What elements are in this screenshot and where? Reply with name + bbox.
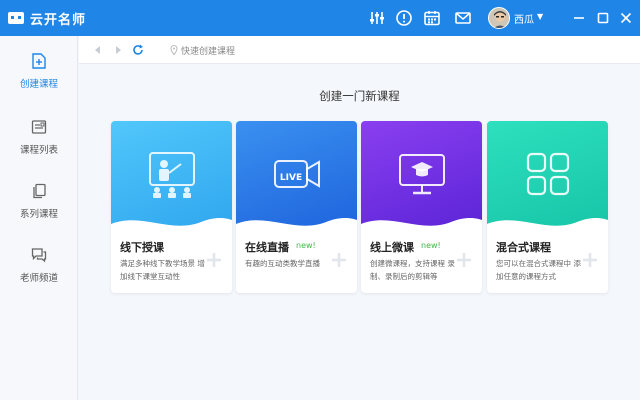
breadcrumb: 快速创建课程 xyxy=(181,47,236,57)
back-arrow-icon[interactable] xyxy=(91,43,105,57)
sidebar-item-label: 创建课程 xyxy=(19,79,58,90)
card-description: 有趣的互动类教学直播 xyxy=(245,259,320,268)
calendar-icon[interactable] xyxy=(423,9,441,27)
username[interactable]: 西瓜 xyxy=(514,11,534,26)
wave-divider xyxy=(236,218,357,234)
app-title: 云开名师 xyxy=(30,12,87,28)
card-banner: LIVE xyxy=(236,121,357,234)
card-title: 混合式课程 xyxy=(496,241,551,254)
title-bar: 云开名师 西瓜 ▼ xyxy=(0,0,640,36)
toolbar: 快速创建课程 xyxy=(79,36,640,64)
logo-icon xyxy=(8,12,24,24)
course-card-hybrid[interactable]: 混合式课程 您可以在混合式课程中 添加任意的课程方式 xyxy=(487,121,608,293)
plus-icon[interactable] xyxy=(205,251,223,269)
live-video-camera-icon: LIVE xyxy=(274,160,320,188)
sidebar-item-series-course[interactable]: 系列课程 xyxy=(0,182,78,238)
main-content: 快速创建课程 创建一门新课程 线下授课 满足多种线下教学场景 增加线下课堂互动性… xyxy=(79,36,640,400)
grid-apps-icon xyxy=(526,152,570,196)
course-card-micro[interactable]: 线上微课 new! 创建微课程，支持课程 录制、录制后的剪辑等 xyxy=(361,121,482,293)
location-pin-icon xyxy=(170,44,178,56)
new-file-icon xyxy=(32,53,46,69)
card-title: 线上微课 xyxy=(370,241,414,254)
course-card-live[interactable]: LIVE 在线直播 new! 有趣的互动类教学直播 xyxy=(236,121,357,293)
card-title: 线下授课 xyxy=(120,241,164,254)
live-label: LIVE xyxy=(280,173,302,183)
chat-bubbles-icon xyxy=(31,248,47,263)
user-menu-caret-icon[interactable]: ▼ xyxy=(537,12,543,21)
card-banner xyxy=(487,121,608,234)
page-title: 创建一门新课程 xyxy=(319,89,400,103)
forward-arrow-icon[interactable] xyxy=(111,43,125,57)
card-title: 在线直播 xyxy=(245,241,289,254)
card-description: 满足多种线下教学场景 增加线下课堂互动性 xyxy=(120,259,205,281)
mail-icon[interactable] xyxy=(454,9,472,27)
plus-icon[interactable] xyxy=(581,251,599,269)
course-card-offline[interactable]: 线下授课 满足多种线下教学场景 增加线下课堂互动性 xyxy=(111,121,232,293)
sidebar: 创建课程 课程列表 系列课程 老师频道 xyxy=(0,36,78,400)
sidebar-item-teacher-channel[interactable]: 老师频道 xyxy=(0,246,78,302)
new-badge: new! xyxy=(421,241,441,250)
refresh-icon[interactable] xyxy=(131,43,145,57)
card-description: 您可以在混合式课程中 添加任意的课程方式 xyxy=(496,259,581,281)
sidebar-item-label: 老师频道 xyxy=(19,273,58,284)
classroom-teacher-icon xyxy=(149,152,195,198)
book-list-icon xyxy=(31,120,47,134)
new-badge: new! xyxy=(296,241,316,250)
card-banner xyxy=(361,121,482,234)
maximize-icon[interactable] xyxy=(594,9,612,27)
avatar[interactable] xyxy=(488,7,510,29)
card-description: 创建微课程，支持课程 录制、录制后的剪辑等 xyxy=(370,259,455,281)
plus-icon[interactable] xyxy=(455,251,473,269)
copy-stack-icon xyxy=(33,183,46,199)
card-banner xyxy=(111,121,232,234)
sidebar-item-course-list[interactable]: 课程列表 xyxy=(0,118,78,174)
sidebar-item-label: 课程列表 xyxy=(19,145,58,156)
sidebar-item-label: 系列课程 xyxy=(19,209,58,220)
wave-divider xyxy=(361,218,482,234)
alert-icon[interactable] xyxy=(395,9,413,27)
app-logo: 云开名师 xyxy=(8,8,86,28)
wave-divider xyxy=(487,218,608,234)
monitor-graduation-cap-icon xyxy=(399,154,445,195)
close-icon[interactable] xyxy=(617,9,635,27)
plus-icon[interactable] xyxy=(330,251,348,269)
wave-divider xyxy=(111,218,232,234)
minimize-icon[interactable] xyxy=(570,9,588,27)
sidebar-item-create-course[interactable]: 创建课程 xyxy=(0,52,78,108)
equalizer-settings-icon[interactable] xyxy=(368,9,386,27)
